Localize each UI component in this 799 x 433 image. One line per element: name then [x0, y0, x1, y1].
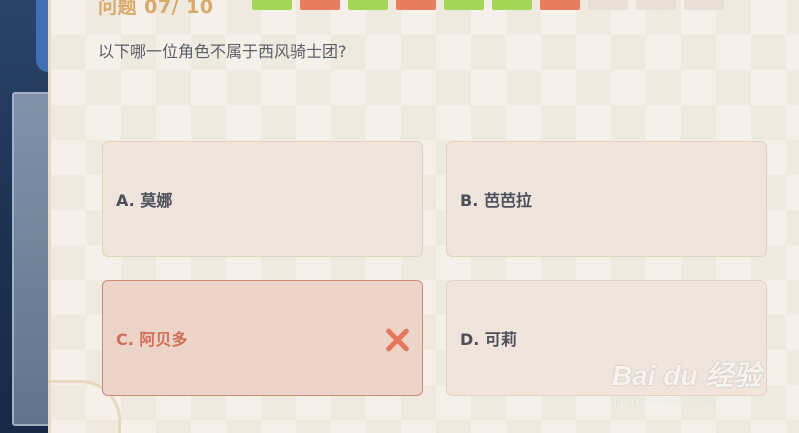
progress-segment [492, 0, 532, 10]
option-label: A. 莫娜 [116, 191, 173, 210]
option-a-button[interactable]: A. 莫娜 [102, 141, 423, 257]
option-label: C. 阿贝多 [116, 330, 188, 349]
progress-bar [252, 0, 724, 10]
watermark-logo: Bai du 经验 [612, 360, 762, 391]
progress-segment [252, 0, 292, 10]
option-label: D. 可莉 [460, 330, 517, 349]
question-text: 以下哪一位角色不属于西风骑士团? [98, 42, 347, 61]
progress-segment [300, 0, 340, 10]
cross-icon [384, 327, 410, 353]
option-label: B. 芭芭拉 [460, 191, 532, 210]
progress-segment [636, 0, 676, 10]
quiz-screen: 问题 07/ 10 以下哪一位角色不属于西风骑士团? A. 莫娜 B. 芭芭拉 … [0, 0, 799, 433]
question-counter: 问题 07/ 10 [98, 0, 214, 18]
progress-segment [684, 0, 724, 10]
watermark-url: jingyan.baidu.com [614, 394, 716, 407]
progress-segment [588, 0, 628, 10]
option-c-button[interactable]: C. 阿贝多 [102, 280, 423, 396]
progress-segment [396, 0, 436, 10]
progress-segment [348, 0, 388, 10]
option-b-button[interactable]: B. 芭芭拉 [446, 141, 767, 257]
progress-segment [444, 0, 484, 10]
progress-segment [540, 0, 580, 10]
watermark: Bai du 经验 jingyan.baidu.com [612, 348, 762, 418]
